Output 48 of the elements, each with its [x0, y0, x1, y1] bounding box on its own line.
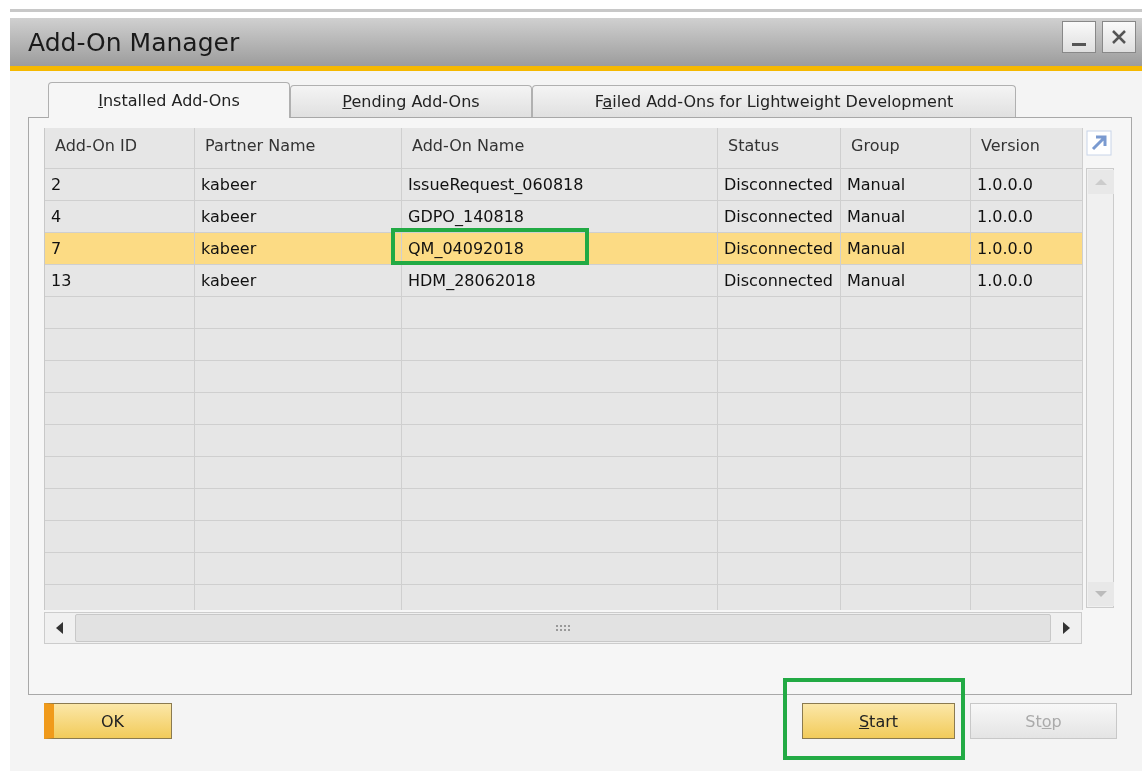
table-cell: kabeer: [195, 169, 402, 200]
table-cell: Disconnected: [718, 201, 841, 232]
table-cell: 1.0.0.0: [971, 265, 1083, 296]
window-title: Add-On Manager: [27, 27, 240, 57]
minimize-button[interactable]: [1062, 21, 1096, 53]
table-cell: Manual: [841, 233, 971, 264]
scroll-thumb[interactable]: [75, 614, 1051, 642]
table-cell: 1.0.0.0: [971, 201, 1083, 232]
table-cell: kabeer: [195, 201, 402, 232]
column-header[interactable]: Add-On ID: [45, 128, 195, 168]
table-cell: IssueRequest_060818: [402, 169, 718, 200]
table-cell: Disconnected: [718, 265, 841, 296]
action-button[interactable]: Start: [802, 703, 955, 739]
vertical-scrollbar[interactable]: [1086, 168, 1114, 608]
tab[interactable]: Failed Add-Ons for Lightweight Development: [532, 85, 1016, 117]
scroll-down-icon[interactable]: [1088, 582, 1114, 606]
table-cell: 2: [45, 169, 195, 200]
table-cell: kabeer: [195, 265, 402, 296]
table-cell: 4: [45, 201, 195, 232]
close-icon: [1110, 28, 1128, 46]
column-header[interactable]: Partner Name: [195, 128, 402, 168]
close-button[interactable]: [1102, 21, 1136, 53]
minimize-icon: [1072, 42, 1086, 46]
table-row[interactable]: 13 kabeer HDM_28062018 Disconnected Manual 1.0.0.0: [45, 265, 1083, 297]
table-cell: 1.0.0.0: [971, 169, 1083, 200]
table-cell: HDM_28062018: [402, 265, 718, 296]
table-cell: Manual: [841, 169, 971, 200]
table-cell: 1.0.0.0: [971, 233, 1083, 264]
tab[interactable]: Installed Add-Ons: [48, 82, 290, 118]
table-cell: Disconnected: [718, 233, 841, 264]
horizontal-scrollbar[interactable]: [44, 612, 1082, 644]
expand-icon[interactable]: [1086, 130, 1112, 156]
table-cell: 7: [45, 233, 195, 264]
table-cell: Disconnected: [718, 169, 841, 200]
table-cell: Manual: [841, 265, 971, 296]
table-cell: Manual: [841, 201, 971, 232]
tab[interactable]: Pending Add-Ons: [290, 85, 532, 117]
column-header[interactable]: Status: [718, 128, 841, 168]
table-row[interactable]: 2 kabeer IssueRequest_060818 Disconnected Manual 1.0.0.0: [45, 169, 1083, 201]
table-cell: GDPO_140818: [402, 201, 718, 232]
table-cell: 13: [45, 265, 195, 296]
grip-icon: [555, 623, 571, 633]
column-header[interactable]: Version: [971, 128, 1083, 168]
table-cell: kabeer: [195, 233, 402, 264]
column-header[interactable]: Add-On Name: [402, 128, 718, 168]
ok-button[interactable]: OK: [44, 703, 172, 739]
table-cell: QM_04092018: [402, 233, 718, 264]
column-header[interactable]: Group: [841, 128, 971, 168]
